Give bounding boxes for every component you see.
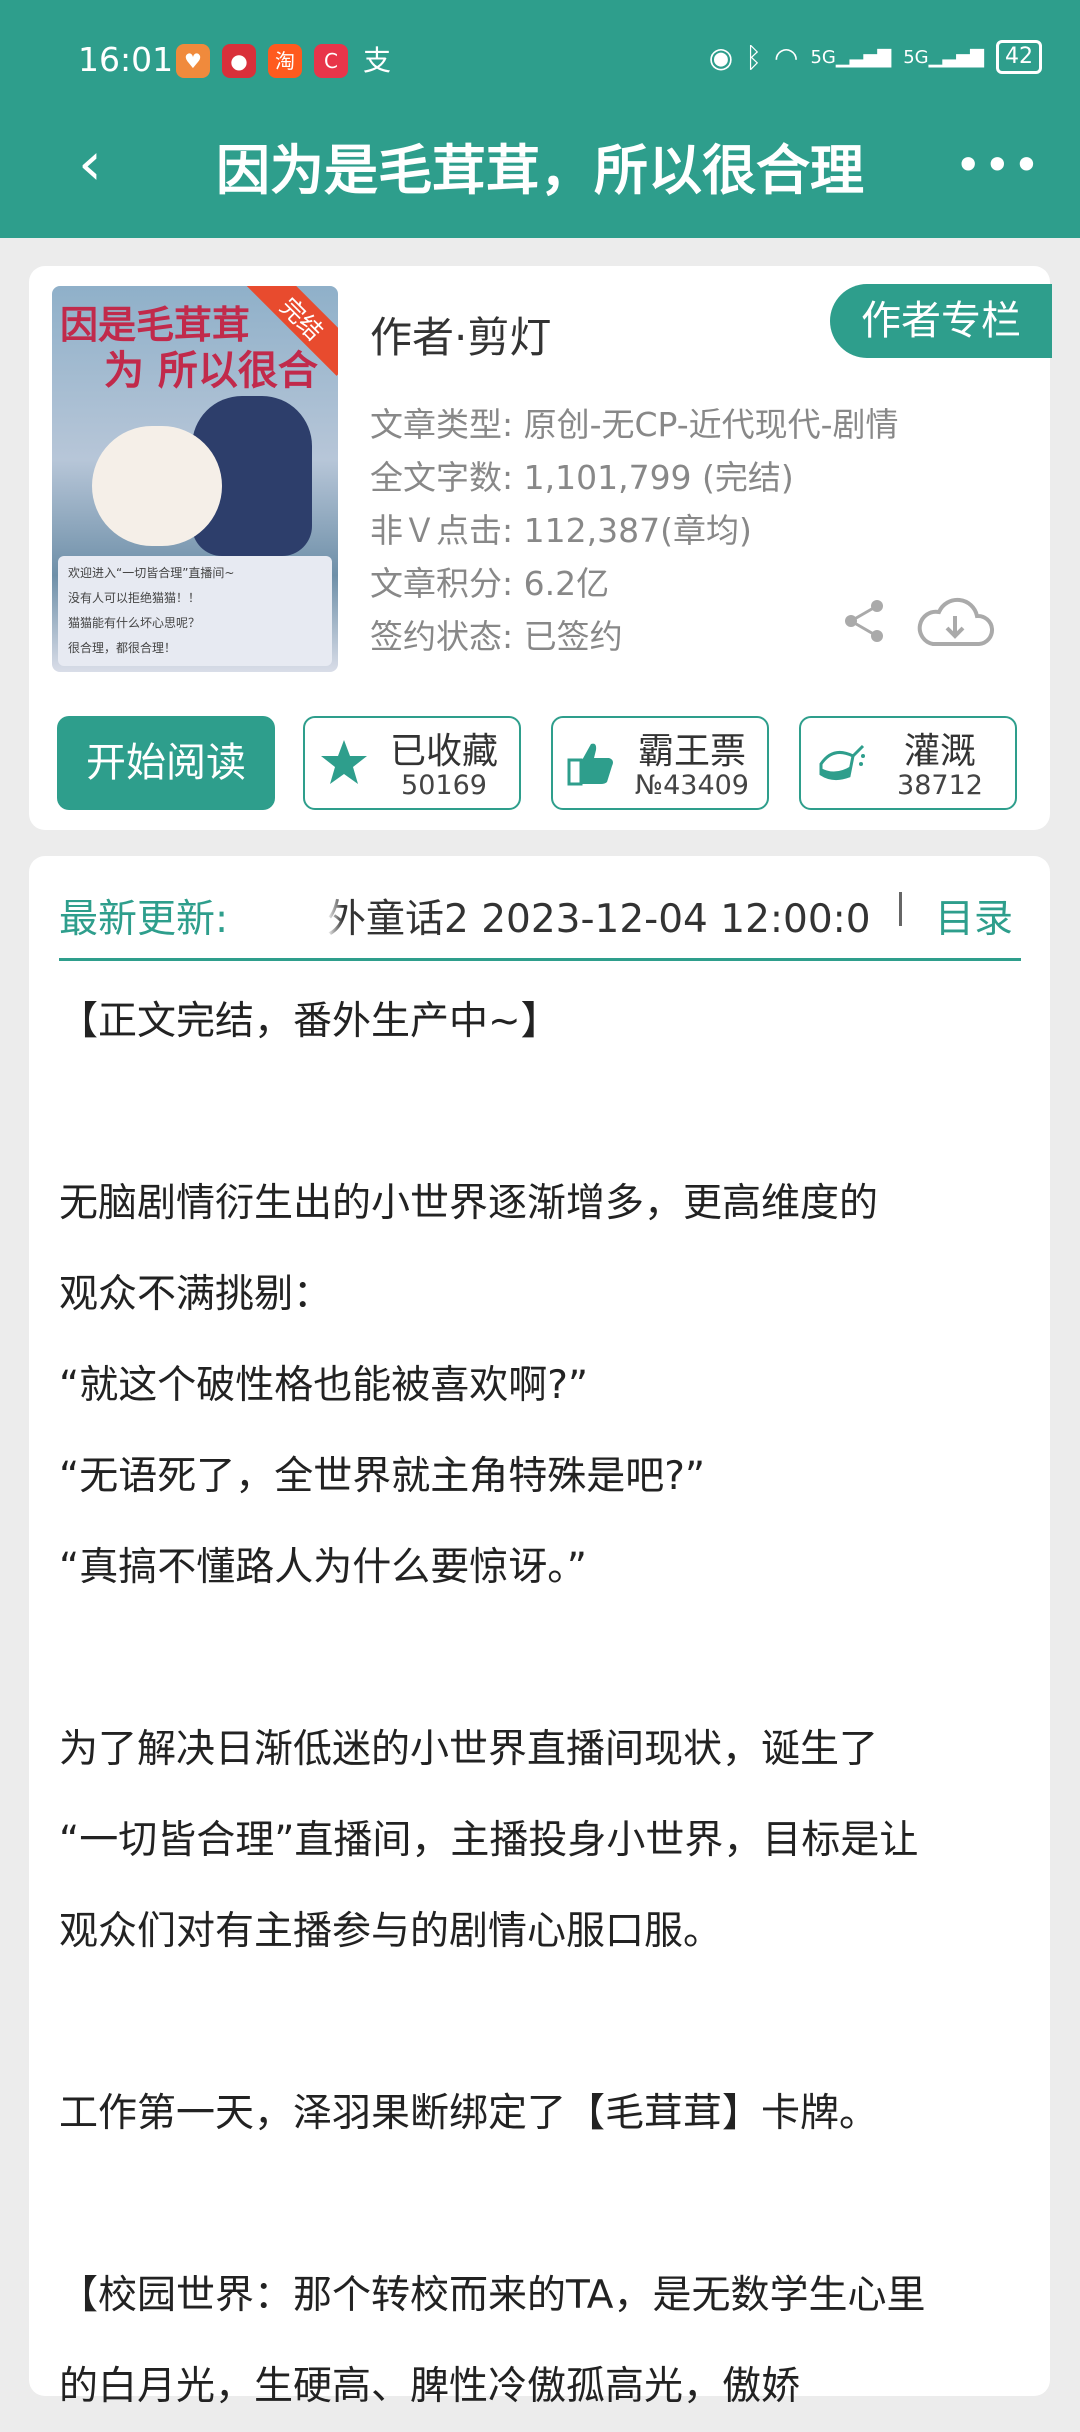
- cover-cat-figure: [92, 426, 222, 546]
- app-header: 16:01 ♥ ● 淘 C 支 ◉ ᛒ ◠ 5G▁▃▅▇ 5G▁▃▅▇ 42 ‹…: [0, 0, 1080, 238]
- ticket-button[interactable]: 霸王票 №43409: [551, 716, 769, 810]
- start-reading-button[interactable]: 开始阅读: [57, 716, 275, 810]
- synopsis-line: “就这个破性格也能被喜欢啊?”: [59, 1363, 589, 1408]
- wifi-icon: ◠: [774, 40, 799, 74]
- ticket-count: №43409: [635, 770, 749, 801]
- battery-icon: 42: [996, 40, 1042, 74]
- watering-can-icon: [819, 744, 865, 781]
- water-label: 灌溉: [903, 731, 976, 772]
- signal-5g-icon: 5G▁▃▅▇: [810, 46, 892, 68]
- water-button[interactable]: 灌溉 38712: [799, 716, 1017, 810]
- synopsis-line: 无脑剧情衍生出的小世界逐渐增多，更高维度的: [59, 1181, 879, 1226]
- cover-title-line2: 为 所以很合: [104, 348, 318, 394]
- synopsis-line: “一切皆合理”直播间，主播投身小世界，目标是让: [59, 1818, 919, 1863]
- synopsis-line: 为了解决日渐低迷的小世界直播间现状，诞生了: [59, 1727, 879, 1772]
- synopsis-line: “无语死了，全世界就主角特殊是吧?”: [59, 1454, 706, 1499]
- status-time: 16:01: [78, 40, 174, 79]
- favorite-count: 50169: [401, 770, 487, 801]
- synopsis-line: 观众们对有主播参与的剧情心服口服。: [59, 1909, 723, 1954]
- star-icon: [321, 740, 367, 784]
- meta-clicks: 非Ｖ点击: 112,387(章均): [370, 511, 752, 550]
- synopsis-line: 观众不满挑剔：: [59, 1272, 333, 1317]
- cover-chat-box: 欢迎进入“一切皆合理”直播间~ 没有人可以拒绝猫猫！！ 猫猫能有什么坏心思呢？ …: [58, 556, 332, 666]
- status-bar: 16:01 ♥ ● 淘 C 支 ◉ ᛒ ◠ 5G▁▃▅▇ 5G▁▃▅▇ 42: [0, 30, 1080, 94]
- water-count: 38712: [897, 770, 983, 801]
- page-title: 因为是毛茸茸，所以很合理: [216, 139, 864, 202]
- synopsis-line: 【校园世界：那个转校而来的TA，是无数学生心里: [59, 2273, 926, 2318]
- book-meta: 文章类型: 原创-无CP-近代现代-剧情 全文字数: 1,101,799 (完结…: [370, 398, 899, 663]
- synopsis-line: “真搞不懂路人为什么要惊讶。”: [59, 1545, 587, 1590]
- meta-word-count: 全文字数: 1,101,799 (完结): [370, 458, 794, 497]
- synopsis-line: [59, 1067, 1021, 1158]
- thumbs-up-icon: [567, 743, 613, 786]
- action-buttons: 开始阅读 已收藏 50169 霸王票 №43409 灌溉 38712: [57, 716, 1023, 810]
- bluetooth-icon: ᛒ: [745, 40, 762, 74]
- alipay-icon: 支: [362, 44, 391, 77]
- more-options-icon[interactable]: •••: [955, 138, 1042, 192]
- notification-icons: ♥ ● 淘 C 支: [176, 44, 394, 78]
- synopsis-card: 最新更新: 外童话2 2023-12-04 12:00:0 目录 【正文完结，番…: [29, 856, 1050, 2409]
- latest-update-marquee[interactable]: 外童话2 2023-12-04 12:00:0: [327, 888, 897, 944]
- synopsis-line: [59, 1613, 1021, 1704]
- divider: [59, 958, 1021, 961]
- download-cloud-icon[interactable]: [915, 592, 995, 652]
- share-icon[interactable]: [839, 596, 889, 646]
- taobao-app-icon: 淘: [268, 44, 302, 78]
- eye-icon: ◉: [708, 40, 734, 74]
- c-app-icon: C: [314, 44, 348, 78]
- table-of-contents-link[interactable]: 目录: [935, 888, 1013, 944]
- synopsis-text: 【正文完结，番外生产中~】 无脑剧情衍生出的小世界逐渐增多，更高维度的 观众不满…: [59, 976, 1021, 2432]
- heart-app-icon: ♥: [176, 44, 210, 78]
- author-column-button[interactable]: 作者专栏: [830, 284, 1052, 358]
- favorite-button[interactable]: 已收藏 50169: [303, 716, 521, 810]
- synopsis-line: 的白月光，生硬高、脾性冷傲孤高光，傲娇: [59, 2364, 801, 2409]
- signal-5g-icon-2: 5G▁▃▅▇: [903, 46, 984, 68]
- latest-update-row[interactable]: 最新更新: 外童话2 2023-12-04 12:00:0 目录: [59, 880, 1021, 944]
- meta-genre: 文章类型: 原创-无CP-近代现代-剧情: [370, 405, 899, 444]
- meta-contract: 签约状态: 已签约: [370, 617, 623, 656]
- nav-row: ‹ 因为是毛茸茸，所以很合理 •••: [0, 118, 1080, 218]
- synopsis-line: 【正文完结，番外生产中~】: [59, 999, 560, 1044]
- synopsis-line: 工作第一天，泽羽果断绑定了【毛茸茸】卡牌。: [59, 2091, 879, 2136]
- book-info-card: 因是毛茸茸 为 所以很合 完结 欢迎进入“一切皆合理”直播间~ 没有人可以拒绝猫…: [29, 266, 1052, 830]
- synopsis-line: [59, 1977, 1021, 2068]
- favorite-label: 已收藏: [389, 731, 498, 772]
- author-name[interactable]: 作者·剪灯: [370, 304, 551, 365]
- synopsis-line: [59, 2159, 1021, 2250]
- latest-update-label: 最新更新:: [59, 897, 229, 942]
- meta-score: 文章积分: 6.2亿: [370, 564, 610, 603]
- cat-app-icon: ●: [222, 44, 256, 78]
- status-right: ◉ ᛒ ◠ 5G▁▃▅▇ 5G▁▃▅▇ 42: [709, 40, 1042, 74]
- ticket-label: 霸王票: [637, 731, 746, 772]
- separator: [899, 892, 902, 926]
- book-cover-image[interactable]: 因是毛茸茸 为 所以很合 完结 欢迎进入“一切皆合理”直播间~ 没有人可以拒绝猫…: [52, 286, 338, 672]
